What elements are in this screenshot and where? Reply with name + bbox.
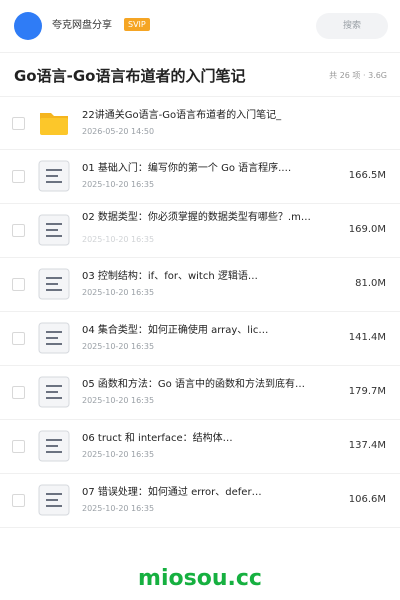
folder-meta: 共 26 项 · 3.6G bbox=[329, 71, 387, 80]
document-icon bbox=[38, 484, 70, 516]
document-icon bbox=[38, 214, 70, 246]
file-name: 04 集合类型：如何正确使用 array、lic… bbox=[82, 325, 269, 336]
file-date: 2025-10-20 16:35 bbox=[82, 180, 155, 189]
file-date: 2025-10-20 16:35 bbox=[82, 342, 155, 351]
list-item[interactable]: 01 基础入门：编写你的第一个 Go 语言程序.… 2025-10-20 16:… bbox=[0, 150, 400, 204]
row-checkbox[interactable] bbox=[12, 170, 25, 183]
document-icon bbox=[38, 160, 70, 192]
svip-badge: SVIP bbox=[124, 18, 150, 31]
list-item[interactable]: 06 truct 和 interface：结构体… 2025-10-20 16:… bbox=[0, 420, 400, 474]
file-date: 2025-10-20 16:35 bbox=[82, 396, 155, 405]
file-date: 2025-10-20 16:35 bbox=[82, 450, 155, 459]
header-divider bbox=[0, 52, 400, 53]
row-checkbox[interactable] bbox=[12, 224, 25, 237]
row-checkbox[interactable] bbox=[12, 117, 25, 130]
row-checkbox[interactable] bbox=[12, 332, 25, 345]
list-item[interactable]: 07 错误处理：如何通过 error、defer… 2025-10-20 16:… bbox=[0, 474, 400, 528]
top-bar: 夸克网盘分享 SVIP 搜索 bbox=[0, 0, 400, 52]
row-checkbox[interactable] bbox=[12, 494, 25, 507]
page-title: Go语言-Go语言布道者的入门笔记 bbox=[14, 67, 246, 85]
list-item[interactable]: 2025-10-20 16:35 02 数据类型：你必须掌握的数据类型有哪些？.… bbox=[0, 204, 400, 258]
row-checkbox[interactable] bbox=[12, 386, 25, 399]
document-icon bbox=[38, 268, 70, 300]
file-size: 81.0M bbox=[355, 278, 386, 289]
file-size: 166.5M bbox=[348, 170, 386, 181]
row-checkbox[interactable] bbox=[12, 440, 25, 453]
file-size: 141.4M bbox=[348, 332, 386, 343]
file-name: 01 基础入门：编写你的第一个 Go 语言程序.… bbox=[82, 163, 292, 174]
document-icon bbox=[38, 376, 70, 408]
list-item[interactable]: 03 控制结构：if、for、witch 逻辑语… 2025-10-20 16:… bbox=[0, 258, 400, 312]
list-item[interactable]: 22讲通关Go语言-Go语言布道者的入门笔记_ 2026-05-20 14:50 bbox=[0, 96, 400, 150]
row-checkbox[interactable] bbox=[12, 278, 25, 291]
file-date: 2025-10-20 16:35 bbox=[82, 504, 155, 513]
file-date: 2026-05-20 14:50 bbox=[82, 127, 155, 136]
file-size: 169.0M bbox=[348, 224, 386, 235]
account-name[interactable]: 夸克网盘分享 bbox=[52, 19, 112, 33]
document-icon bbox=[38, 430, 70, 462]
folder-icon bbox=[38, 107, 70, 139]
file-name: 06 truct 和 interface：结构体… bbox=[82, 433, 233, 444]
file-list: 22讲通关Go语言-Go语言布道者的入门笔记_ 2026-05-20 14:50… bbox=[0, 96, 400, 528]
file-size: 179.7M bbox=[348, 386, 386, 397]
document-icon bbox=[38, 322, 70, 354]
file-size: 137.4M bbox=[348, 440, 386, 451]
avatar[interactable] bbox=[14, 12, 42, 40]
file-name: 07 错误处理：如何通过 error、defer… bbox=[82, 487, 262, 498]
search-button[interactable]: 搜索 bbox=[316, 13, 388, 39]
file-name: 02 数据类型：你必须掌握的数据类型有哪些？.m… bbox=[82, 212, 311, 223]
list-item[interactable]: 04 集合类型：如何正确使用 array、lic… 2025-10-20 16:… bbox=[0, 312, 400, 366]
file-name: 05 函数和方法：Go 语言中的函数和方法到底有… bbox=[82, 379, 305, 390]
file-size: 106.6M bbox=[348, 494, 386, 505]
file-name: 03 控制结构：if、for、witch 逻辑语… bbox=[82, 271, 258, 282]
watermark: miosou.cc bbox=[138, 566, 262, 591]
file-date: 2025-10-20 16:35 bbox=[82, 288, 155, 297]
list-item[interactable]: 05 函数和方法：Go 语言中的函数和方法到底有… 2025-10-20 16:… bbox=[0, 366, 400, 420]
file-name: 22讲通关Go语言-Go语言布道者的入门笔记_ bbox=[82, 110, 282, 121]
